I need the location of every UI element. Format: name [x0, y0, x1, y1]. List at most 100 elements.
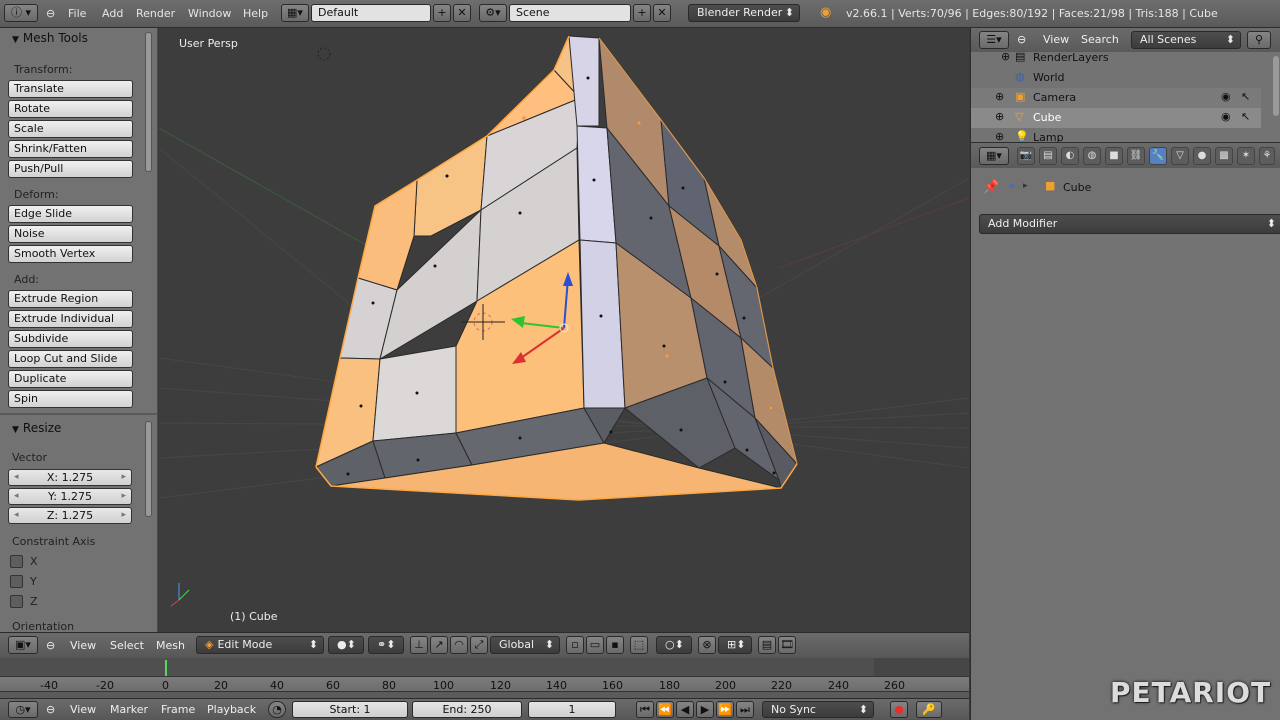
jump-start-icon[interactable]: ⏮: [636, 701, 654, 718]
timeline-ruler[interactable]: -40 -20 0 20 40 60 80 100 120 140 160 18…: [0, 676, 969, 692]
menu-render[interactable]: Render: [136, 7, 175, 20]
mode-select[interactable]: ◈ Edit Mode ⬍: [196, 636, 324, 654]
menu-window[interactable]: Window: [188, 7, 231, 20]
edge-slide-button[interactable]: Edge Slide: [8, 205, 133, 223]
decrement-icon[interactable]: ◂: [14, 470, 19, 485]
scene-icon[interactable]: ⚙▾: [479, 4, 507, 22]
menu-file[interactable]: File: [68, 7, 86, 20]
jump-end-icon[interactable]: ⏭: [736, 701, 754, 718]
menu-view[interactable]: View: [70, 703, 96, 716]
outliner-filter-select[interactable]: All Scenes ⬍: [1131, 31, 1241, 49]
material-tab-icon[interactable]: ●: [1193, 147, 1211, 165]
outliner-row-camera[interactable]: ⊕ ▣ Camera ◉ ↖: [971, 88, 1261, 108]
cursor-icon[interactable]: ↖: [1241, 110, 1250, 123]
increment-icon[interactable]: ▸: [121, 489, 126, 504]
limit-selection-icon[interactable]: ⬚: [630, 636, 648, 654]
menu-add[interactable]: Add: [102, 7, 123, 20]
eye-icon[interactable]: ◉: [1221, 90, 1231, 103]
editor-type-info-button[interactable]: ⓘ ▾: [4, 4, 38, 22]
physics-tab-icon[interactable]: ⚘: [1259, 147, 1275, 165]
remove-screen-button[interactable]: ✕: [453, 4, 471, 22]
viewport-shading-select[interactable]: ●⬍: [328, 636, 364, 654]
eye-icon[interactable]: ◉: [1221, 110, 1231, 123]
constraint-y-checkbox[interactable]: [10, 575, 23, 588]
modifiers-tab-icon[interactable]: 🔧: [1149, 147, 1167, 165]
expand-icon[interactable]: ⊕: [995, 110, 1004, 123]
outliner-row-world[interactable]: ◍ World: [971, 68, 1261, 88]
extrude-individual-button[interactable]: Extrude Individual: [8, 310, 133, 328]
3d-viewport[interactable]: User Persp (1) Cube: [159, 28, 969, 632]
object-tab-icon[interactable]: ■: [1105, 147, 1123, 165]
subdivide-button[interactable]: Subdivide: [8, 330, 133, 348]
spin-button[interactable]: Spin: [8, 390, 133, 408]
vertex-select-icon[interactable]: ▫: [566, 636, 584, 654]
outliner-row-cube[interactable]: ⊕ ▽ Cube ◉ ↖: [971, 108, 1261, 128]
preview-range-icon[interactable]: ◔: [268, 701, 286, 718]
pivot-point-select[interactable]: ⚭⬍: [368, 636, 404, 654]
translate-manipulator-icon[interactable]: ↗: [430, 636, 448, 654]
snap-icon[interactable]: ⊗: [698, 636, 716, 654]
jump-keyframe-back-icon[interactable]: ⏪: [656, 701, 674, 718]
proportional-editing-select[interactable]: ○⬍: [656, 636, 692, 654]
world-tab-icon[interactable]: ◍: [1083, 147, 1101, 165]
extrude-region-button[interactable]: Extrude Region: [8, 290, 133, 308]
editor-type-timeline-button[interactable]: ◷▾: [8, 701, 38, 718]
scale-manipulator-icon[interactable]: ⤢: [470, 636, 488, 654]
noise-button[interactable]: Noise: [8, 225, 133, 243]
expand-icon[interactable]: ⊕: [995, 130, 1004, 142]
increment-icon[interactable]: ▸: [121, 470, 126, 485]
render-engine-select[interactable]: Blender Render ⬍: [688, 4, 800, 22]
timeline-track[interactable]: [0, 658, 969, 676]
auto-keyframe-record-icon[interactable]: ●: [890, 701, 908, 718]
end-frame-field[interactable]: End: 250: [412, 701, 522, 718]
mesh-tools-panel-header[interactable]: ▼ Mesh Tools: [12, 31, 88, 45]
decrement-icon[interactable]: ◂: [14, 489, 19, 504]
shrink-fatten-button[interactable]: Shrink/Fatten: [8, 140, 133, 158]
editor-type-3d-button[interactable]: ▣▾: [8, 636, 38, 654]
outliner-row-lamp[interactable]: ⊕ 💡 Lamp: [971, 128, 1261, 142]
opengl-render-icon[interactable]: 🎞: [778, 636, 796, 654]
collapse-menu-icon[interactable]: ⊖: [46, 639, 55, 652]
jump-keyframe-forward-icon[interactable]: ⏩: [716, 701, 734, 718]
scene-field[interactable]: Scene: [509, 4, 631, 22]
menu-marker[interactable]: Marker: [110, 703, 148, 716]
collapse-menu-icon[interactable]: ⊖: [1017, 33, 1026, 46]
screen-layout-icon[interactable]: ▦▾: [281, 4, 309, 22]
rotate-button[interactable]: Rotate: [8, 100, 133, 118]
vector-x-field[interactable]: ◂ X: 1.275 ▸: [8, 469, 132, 486]
scale-button[interactable]: Scale: [8, 120, 133, 138]
resize-panel-header[interactable]: ▼ Resize: [12, 421, 61, 435]
current-frame-field[interactable]: 1: [528, 701, 616, 718]
collapse-menu-icon[interactable]: ⊖: [46, 703, 55, 716]
rotate-manipulator-icon[interactable]: ◠: [450, 636, 468, 654]
cursor-icon[interactable]: ↖: [1241, 90, 1250, 103]
start-frame-field[interactable]: Start: 1: [292, 701, 408, 718]
constraint-z-checkbox[interactable]: [10, 595, 23, 608]
outliner-scrollbar[interactable]: [1273, 56, 1279, 116]
menu-view[interactable]: View: [70, 639, 96, 652]
face-select-icon[interactable]: ▪: [606, 636, 624, 654]
translate-button[interactable]: Translate: [8, 80, 133, 98]
menu-frame[interactable]: Frame: [161, 703, 195, 716]
expand-icon[interactable]: ⊕: [1001, 50, 1010, 63]
mesh-face[interactable]: [372, 345, 457, 442]
increment-icon[interactable]: ▸: [121, 508, 126, 523]
menu-help[interactable]: Help: [243, 7, 268, 20]
play-icon[interactable]: ▶: [696, 701, 714, 718]
sync-mode-select[interactable]: No Sync ⬍: [762, 701, 874, 718]
remove-scene-button[interactable]: ✕: [653, 4, 671, 22]
render-layers-tab-icon[interactable]: ▤: [1039, 147, 1057, 165]
add-modifier-select[interactable]: Add Modifier ⬍: [979, 214, 1280, 234]
cube-mesh[interactable]: [315, 34, 798, 501]
duplicate-button[interactable]: Duplicate: [8, 370, 133, 388]
mesh-face[interactable]: [357, 179, 418, 291]
operator-panel-scrollbar[interactable]: [145, 421, 152, 517]
constraints-tab-icon[interactable]: ⛓: [1127, 147, 1145, 165]
expand-icon[interactable]: ⊕: [995, 90, 1004, 103]
snap-element-select[interactable]: ⊞⬍: [718, 636, 752, 654]
keying-set-icon[interactable]: 🔑: [916, 701, 942, 718]
decrement-icon[interactable]: ◂: [14, 508, 19, 523]
menu-mesh[interactable]: Mesh: [156, 639, 185, 652]
loop-cut-slide-button[interactable]: Loop Cut and Slide: [8, 350, 133, 368]
menu-view[interactable]: View: [1043, 33, 1069, 46]
